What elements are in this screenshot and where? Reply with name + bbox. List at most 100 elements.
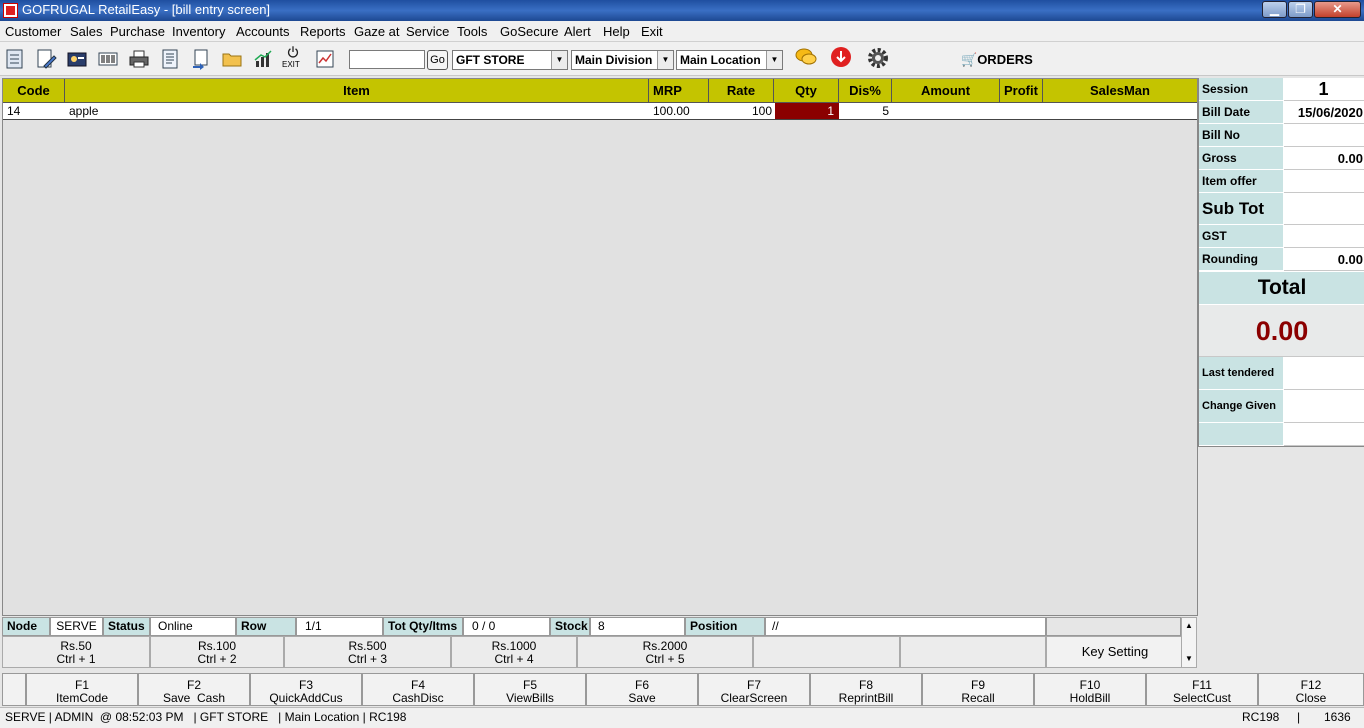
cell-mrp[interactable]: 100.00 <box>653 103 690 119</box>
gst-label: GST <box>1199 225 1283 248</box>
f5-viewbills-button[interactable]: F5 ViewBills <box>474 673 586 706</box>
denom-1000-button[interactable]: Rs.1000 Ctrl + 4 <box>451 636 577 668</box>
menu-accounts[interactable]: Accounts <box>236 24 289 39</box>
cell-dis[interactable]: 5 <box>839 103 889 119</box>
denom-empty-button[interactable] <box>900 636 1046 668</box>
bill-date-label: Bill Date <box>1199 101 1283 124</box>
bill-register-icon[interactable] <box>4 48 26 70</box>
menu-service[interactable]: Service <box>406 24 449 39</box>
f7-clearscreen-button[interactable]: F7 ClearScreen <box>698 673 810 706</box>
col-profit[interactable]: Profit <box>1000 79 1043 103</box>
cell-profit[interactable] <box>1000 103 1040 119</box>
bill-summary-panel: Session 1 Bill Date 15/06/2020 Bill No G… <box>1198 78 1364 447</box>
f11-selectcust-button[interactable]: F11 SelectCust <box>1146 673 1258 706</box>
f4-cashdisc-button[interactable]: F4 CashDisc <box>362 673 474 706</box>
f9-recall-button[interactable]: F9 Recall <box>922 673 1034 706</box>
menu-alert[interactable]: Alert <box>564 24 591 39</box>
f1-itemcode-button[interactable]: F1 ItemCode <box>26 673 138 706</box>
cell-amount[interactable] <box>892 103 998 119</box>
cell-rate[interactable]: 100 <box>709 103 772 119</box>
bill-grid[interactable]: Code Item MRP Rate Qty Dis% Amount Profi… <box>2 78 1198 616</box>
menu-help[interactable]: Help <box>603 24 630 39</box>
menu-inventory[interactable]: Inventory <box>172 24 225 39</box>
table-row[interactable]: 14 apple 100.00 100 1 5 <box>3 103 1197 120</box>
edit-document-icon[interactable] <box>35 48 57 70</box>
transfer-icon[interactable] <box>190 48 212 70</box>
fkey-label: Save <box>628 691 656 705</box>
item-offer-value <box>1284 170 1364 193</box>
division-select[interactable]: Main Division ▼ <box>571 50 674 70</box>
strip-scrollbar[interactable]: ▲ ▼ <box>1181 617 1197 668</box>
f2-save-cash-button[interactable]: F2 Save Cash <box>138 673 250 706</box>
print-icon[interactable] <box>128 48 150 70</box>
status-bar-number: 1636 <box>1324 710 1351 724</box>
f3-quickaddcus-button[interactable]: F3 QuickAddCus <box>250 673 362 706</box>
f6-save-button[interactable]: F6 Save <box>586 673 698 706</box>
col-salesman[interactable]: SalesMan <box>1043 79 1197 103</box>
col-code[interactable]: Code <box>3 79 65 103</box>
location-select[interactable]: Main Location ▼ <box>676 50 783 70</box>
window-title: GOFRUGAL RetailEasy - [bill entry screen… <box>22 2 271 17</box>
menu-customer[interactable]: Customer <box>5 24 61 39</box>
minimize-button[interactable]: ▁ <box>1262 1 1287 18</box>
cell-code[interactable]: 14 <box>7 103 20 119</box>
denom-2000-button[interactable]: Rs.2000 Ctrl + 5 <box>577 636 753 668</box>
orders-button[interactable]: 🛒ORDERS <box>961 52 1033 68</box>
col-item[interactable]: Item <box>65 79 649 103</box>
key-setting-button[interactable]: Key Setting <box>1046 636 1184 668</box>
f10-holdbill-button[interactable]: F10 HoldBill <box>1034 673 1146 706</box>
cell-qty[interactable]: 1 <box>775 103 839 119</box>
menu-purchase[interactable]: Purchase <box>110 24 165 39</box>
fkey-label: QuickAddCus <box>269 691 343 705</box>
maximize-button[interactable]: ❐ <box>1288 1 1313 18</box>
menu-tools[interactable]: Tools <box>457 24 487 39</box>
menu-reports[interactable]: Reports <box>300 24 346 39</box>
chat-icon[interactable] <box>795 46 817 68</box>
menu-bar: Customer Sales Purchase Inventory Accoun… <box>0 21 1364 42</box>
col-dis[interactable]: Dis% <box>839 79 892 103</box>
search-input[interactable] <box>349 50 425 69</box>
denom-100-button[interactable]: Rs.100 Ctrl + 2 <box>150 636 284 668</box>
col-mrp[interactable]: MRP <box>649 79 709 103</box>
denom-50-button[interactable]: Rs.50 Ctrl + 1 <box>2 636 150 668</box>
folder-icon[interactable] <box>221 48 243 70</box>
go-button[interactable]: Go <box>427 50 448 70</box>
exit-power-icon[interactable] <box>283 45 305 59</box>
cell-item[interactable]: apple <box>69 103 98 119</box>
fkey-label: SelectCust <box>1172 691 1232 705</box>
col-rate[interactable]: Rate <box>709 79 774 103</box>
orders-label: ORDERS <box>977 52 1033 67</box>
denom-empty-button[interactable] <box>753 636 900 668</box>
barcode-icon[interactable] <box>97 48 119 70</box>
chart-icon[interactable] <box>252 48 274 70</box>
customer-card-icon[interactable] <box>66 48 88 70</box>
bill-no-label: Bill No <box>1199 124 1283 147</box>
totqty-value: 0 / 0 <box>463 617 550 636</box>
chevron-down-icon[interactable]: ▼ <box>657 51 673 69</box>
f12-close-button[interactable]: F12 Close <box>1258 673 1364 706</box>
settings-gear-icon[interactable] <box>866 46 890 70</box>
menu-gaze-at[interactable]: Gaze at <box>354 24 400 39</box>
col-qty[interactable]: Qty <box>774 79 839 103</box>
total-label: Total <box>1199 272 1364 304</box>
store-select[interactable]: GFT STORE ▼ <box>452 50 568 70</box>
menu-sales[interactable]: Sales <box>70 24 103 39</box>
trend-report-icon[interactable] <box>314 48 336 70</box>
download-icon[interactable] <box>830 46 852 68</box>
scroll-up-icon[interactable]: ▲ <box>1182 618 1196 634</box>
close-button[interactable]: ✕ <box>1314 1 1361 18</box>
denom-shortcut: Ctrl + 3 <box>347 652 387 666</box>
totqty-label: Tot Qty/Itms <box>383 617 463 636</box>
scroll-down-icon[interactable]: ▼ <box>1182 651 1196 667</box>
exit-label[interactable]: EXIT <box>282 60 300 69</box>
report-icon[interactable] <box>159 48 181 70</box>
chevron-down-icon[interactable]: ▼ <box>766 51 782 69</box>
menu-gosecure[interactable]: GoSecure <box>500 24 559 39</box>
function-key-bar: F1 ItemCode F2 Save Cash F3 QuickAddCus … <box>0 673 1364 706</box>
sub-tot-label: Sub Tot <box>1199 193 1283 225</box>
denom-500-button[interactable]: Rs.500 Ctrl + 3 <box>284 636 451 668</box>
menu-exit[interactable]: Exit <box>641 24 663 39</box>
chevron-down-icon[interactable]: ▼ <box>551 51 567 69</box>
f8-reprintbill-button[interactable]: F8 ReprintBill <box>810 673 922 706</box>
col-amount[interactable]: Amount <box>892 79 1000 103</box>
